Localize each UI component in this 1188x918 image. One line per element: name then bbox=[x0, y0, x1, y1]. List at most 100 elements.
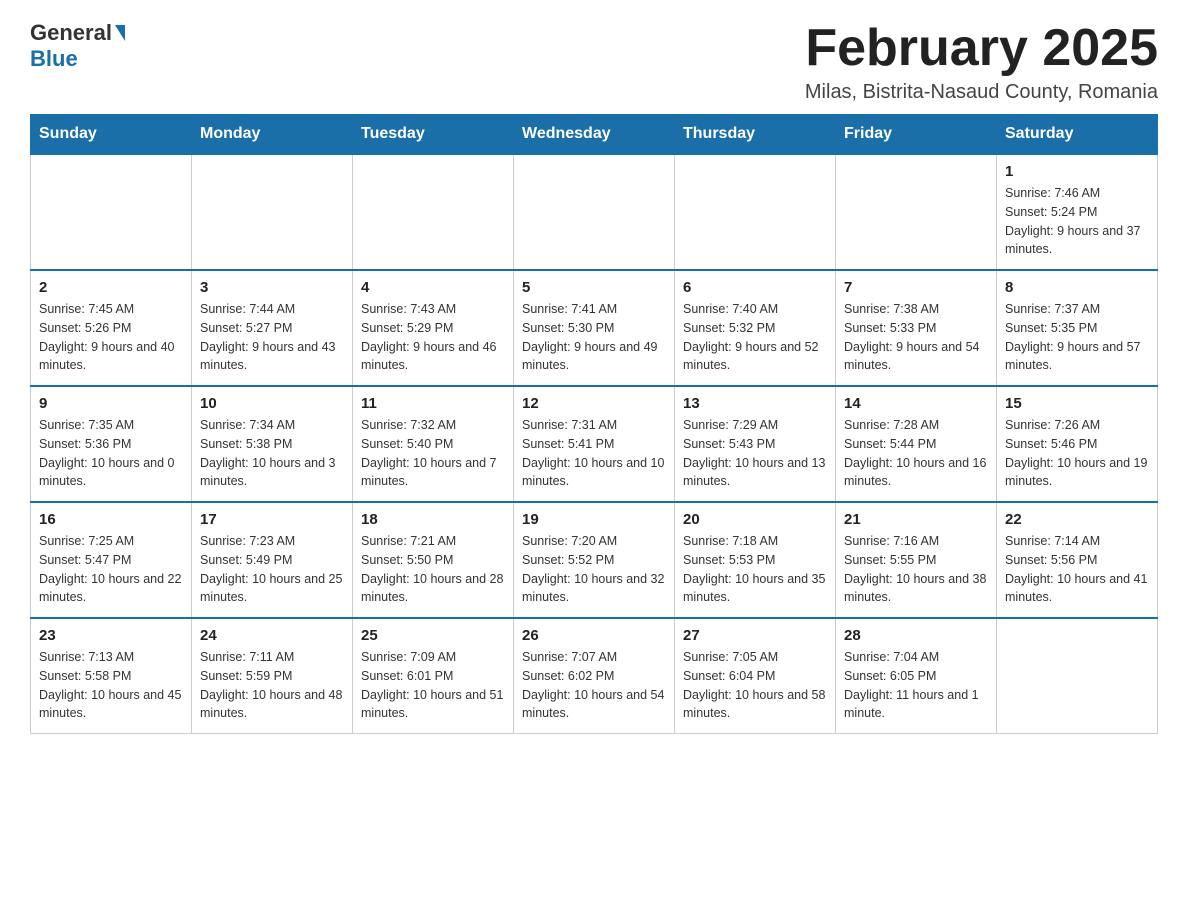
calendar-cell: 22 Sunrise: 7:14 AMSunset: 5:56 PMDayligh… bbox=[997, 502, 1158, 618]
calendar-cell: 6Sunrise: 7:40 AMSunset: 5:32 PMDaylight… bbox=[675, 270, 836, 386]
calendar-cell: 28 Sunrise: 7:04 AMSunset: 6:05 PMDayligh… bbox=[836, 618, 997, 734]
day-info: Sunrise: 7:25 AMSunset: 5:47 PMDaylight:… bbox=[39, 532, 183, 607]
calendar-cell bbox=[675, 154, 836, 270]
day-info: Sunrise: 7:21 AMSunset: 5:50 PMDaylight:… bbox=[361, 532, 505, 607]
calendar-cell: 11 Sunrise: 7:32 AMSunset: 5:40 PMDayligh… bbox=[353, 386, 514, 502]
calendar-cell: 4 Sunrise: 7:43 AMSunset: 5:29 PMDaylight… bbox=[353, 270, 514, 386]
calendar-cell bbox=[192, 154, 353, 270]
day-number: 26 bbox=[522, 627, 666, 644]
calendar-cell: 27Sunrise: 7:05 AMSunset: 6:04 PMDayligh… bbox=[675, 618, 836, 734]
calendar-cell bbox=[836, 154, 997, 270]
calendar-cell: 18 Sunrise: 7:21 AMSunset: 5:50 PMDayligh… bbox=[353, 502, 514, 618]
day-info: Sunrise: 7:23 AMSunset: 5:49 PMDaylight:… bbox=[200, 532, 344, 607]
location-subtitle: Milas, Bistrita-Nasaud County, Romania bbox=[805, 81, 1158, 104]
title-block: February 2025 Milas, Bistrita-Nasaud Cou… bbox=[805, 20, 1158, 104]
day-number: 10 bbox=[200, 395, 344, 412]
day-info: Sunrise: 7:32 AMSunset: 5:40 PMDaylight:… bbox=[361, 416, 505, 491]
weekday-header-sunday: Sunday bbox=[31, 115, 192, 155]
calendar-cell: 24Sunrise: 7:11 AMSunset: 5:59 PMDayligh… bbox=[192, 618, 353, 734]
calendar-cell: 2 Sunrise: 7:45 AMSunset: 5:26 PMDaylight… bbox=[31, 270, 192, 386]
day-number: 12 bbox=[522, 395, 666, 412]
day-info: Sunrise: 7:07 AMSunset: 6:02 PMDaylight:… bbox=[522, 648, 666, 723]
day-number: 5 bbox=[522, 279, 666, 296]
calendar-week-row: 2 Sunrise: 7:45 AMSunset: 5:26 PMDaylight… bbox=[31, 270, 1158, 386]
weekday-header-row: SundayMondayTuesdayWednesdayThursdayFrid… bbox=[31, 115, 1158, 155]
calendar-cell bbox=[997, 618, 1158, 734]
day-number: 11 bbox=[361, 395, 505, 412]
logo: General Blue bbox=[30, 20, 127, 72]
calendar-cell: 10Sunrise: 7:34 AMSunset: 5:38 PMDayligh… bbox=[192, 386, 353, 502]
day-number: 14 bbox=[844, 395, 988, 412]
calendar-cell: 12 Sunrise: 7:31 AMSunset: 5:41 PMDayligh… bbox=[514, 386, 675, 502]
day-info: Sunrise: 7:37 AMSunset: 5:35 PMDaylight:… bbox=[1005, 300, 1149, 375]
calendar-week-row: 1 Sunrise: 7:46 AMSunset: 5:24 PMDaylight… bbox=[31, 154, 1158, 270]
day-number: 23 bbox=[39, 627, 183, 644]
day-number: 28 bbox=[844, 627, 988, 644]
day-info: Sunrise: 7:35 AMSunset: 5:36 PMDaylight:… bbox=[39, 416, 183, 491]
day-number: 13 bbox=[683, 395, 827, 412]
day-number: 16 bbox=[39, 511, 183, 528]
day-info: Sunrise: 7:46 AMSunset: 5:24 PMDaylight:… bbox=[1005, 184, 1149, 259]
day-number: 24 bbox=[200, 627, 344, 644]
weekday-header-thursday: Thursday bbox=[675, 115, 836, 155]
calendar-week-row: 23Sunrise: 7:13 AMSunset: 5:58 PMDayligh… bbox=[31, 618, 1158, 734]
day-info: Sunrise: 7:45 AMSunset: 5:26 PMDaylight:… bbox=[39, 300, 183, 375]
day-info: Sunrise: 7:04 AMSunset: 6:05 PMDaylight:… bbox=[844, 648, 988, 723]
calendar-week-row: 16 Sunrise: 7:25 AMSunset: 5:47 PMDayligh… bbox=[31, 502, 1158, 618]
calendar-cell: 21Sunrise: 7:16 AMSunset: 5:55 PMDayligh… bbox=[836, 502, 997, 618]
calendar-cell: 19 Sunrise: 7:20 AMSunset: 5:52 PMDayligh… bbox=[514, 502, 675, 618]
calendar-cell bbox=[514, 154, 675, 270]
day-number: 9 bbox=[39, 395, 183, 412]
day-info: Sunrise: 7:16 AMSunset: 5:55 PMDaylight:… bbox=[844, 532, 988, 607]
calendar-cell bbox=[353, 154, 514, 270]
day-info: Sunrise: 7:41 AMSunset: 5:30 PMDaylight:… bbox=[522, 300, 666, 375]
day-info: Sunrise: 7:43 AMSunset: 5:29 PMDaylight:… bbox=[361, 300, 505, 375]
day-number: 19 bbox=[522, 511, 666, 528]
month-title: February 2025 bbox=[805, 20, 1158, 77]
day-info: Sunrise: 7:26 AMSunset: 5:46 PMDaylight:… bbox=[1005, 416, 1149, 491]
logo-arrow-icon bbox=[115, 25, 125, 41]
day-number: 2 bbox=[39, 279, 183, 296]
logo-general-text: General bbox=[30, 20, 112, 46]
day-number: 17 bbox=[200, 511, 344, 528]
calendar-cell: 26 Sunrise: 7:07 AMSunset: 6:02 PMDayligh… bbox=[514, 618, 675, 734]
day-number: 7 bbox=[844, 279, 988, 296]
day-number: 22 bbox=[1005, 511, 1149, 528]
calendar-cell: 8 Sunrise: 7:37 AMSunset: 5:35 PMDaylight… bbox=[997, 270, 1158, 386]
day-number: 15 bbox=[1005, 395, 1149, 412]
weekday-header-friday: Friday bbox=[836, 115, 997, 155]
calendar-week-row: 9 Sunrise: 7:35 AMSunset: 5:36 PMDaylight… bbox=[31, 386, 1158, 502]
weekday-header-monday: Monday bbox=[192, 115, 353, 155]
calendar-table: SundayMondayTuesdayWednesdayThursdayFrid… bbox=[30, 114, 1158, 734]
day-number: 18 bbox=[361, 511, 505, 528]
page-header: General Blue February 2025 Milas, Bistri… bbox=[30, 20, 1158, 104]
calendar-cell: 13 Sunrise: 7:29 AMSunset: 5:43 PMDayligh… bbox=[675, 386, 836, 502]
calendar-cell: 25Sunrise: 7:09 AMSunset: 6:01 PMDayligh… bbox=[353, 618, 514, 734]
calendar-cell: 7 Sunrise: 7:38 AMSunset: 5:33 PMDaylight… bbox=[836, 270, 997, 386]
day-info: Sunrise: 7:31 AMSunset: 5:41 PMDaylight:… bbox=[522, 416, 666, 491]
day-info: Sunrise: 7:29 AMSunset: 5:43 PMDaylight:… bbox=[683, 416, 827, 491]
calendar-cell bbox=[31, 154, 192, 270]
day-number: 1 bbox=[1005, 163, 1149, 180]
weekday-header-wednesday: Wednesday bbox=[514, 115, 675, 155]
calendar-cell: 20 Sunrise: 7:18 AMSunset: 5:53 PMDayligh… bbox=[675, 502, 836, 618]
day-info: Sunrise: 7:20 AMSunset: 5:52 PMDaylight:… bbox=[522, 532, 666, 607]
day-number: 4 bbox=[361, 279, 505, 296]
day-number: 25 bbox=[361, 627, 505, 644]
calendar-cell: 23Sunrise: 7:13 AMSunset: 5:58 PMDayligh… bbox=[31, 618, 192, 734]
day-info: Sunrise: 7:38 AMSunset: 5:33 PMDaylight:… bbox=[844, 300, 988, 375]
day-info: Sunrise: 7:05 AMSunset: 6:04 PMDaylight:… bbox=[683, 648, 827, 723]
day-number: 20 bbox=[683, 511, 827, 528]
day-number: 6 bbox=[683, 279, 827, 296]
day-info: Sunrise: 7:18 AMSunset: 5:53 PMDaylight:… bbox=[683, 532, 827, 607]
calendar-cell: 5 Sunrise: 7:41 AMSunset: 5:30 PMDaylight… bbox=[514, 270, 675, 386]
logo-blue-text: Blue bbox=[30, 46, 78, 71]
day-info: Sunrise: 7:28 AMSunset: 5:44 PMDaylight:… bbox=[844, 416, 988, 491]
day-info: Sunrise: 7:14 AMSunset: 5:56 PMDaylight:… bbox=[1005, 532, 1149, 607]
calendar-cell: 15 Sunrise: 7:26 AMSunset: 5:46 PMDayligh… bbox=[997, 386, 1158, 502]
day-number: 8 bbox=[1005, 279, 1149, 296]
calendar-cell: 17 Sunrise: 7:23 AMSunset: 5:49 PMDayligh… bbox=[192, 502, 353, 618]
weekday-header-tuesday: Tuesday bbox=[353, 115, 514, 155]
day-number: 3 bbox=[200, 279, 344, 296]
calendar-cell: 9 Sunrise: 7:35 AMSunset: 5:36 PMDaylight… bbox=[31, 386, 192, 502]
